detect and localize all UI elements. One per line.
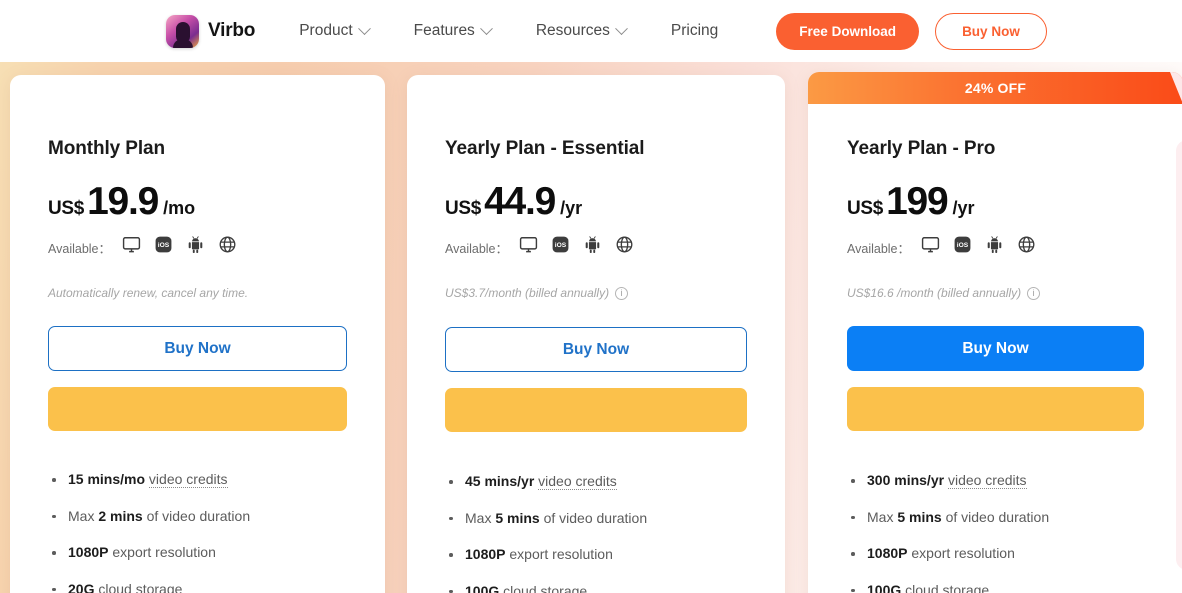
info-icon[interactable]: i [615,286,629,300]
video-credits-tooltip-link[interactable]: video credits [538,473,617,490]
buy-now-button[interactable]: Buy Now [847,326,1144,371]
nav-item-resources-label: Resources [535,22,610,39]
svg-text:iOS: iOS [555,242,567,249]
feature-list: 45 mins/yr video credits Max 5 mins of v… [445,473,747,593]
web-icon [1017,235,1036,259]
plan-price: US$ 19.9 /mo [48,182,347,221]
pricing-card-list: Monthly Plan US$ 19.9 /mo Available： iOS… [0,60,1182,593]
availability-row: Available： iOS [847,235,1144,259]
plan-price: US$ 199 /yr [847,182,1144,221]
nav-item-product-label: Product [299,22,353,39]
ios-icon: iOS [551,235,570,259]
nav-item-resources[interactable]: Resources [535,21,628,40]
feature-item: 100G cloud storage [445,583,747,593]
chevron-down-icon [357,21,371,35]
billing-note: US$16.6 /month (billed annually) i [847,286,1144,300]
desktop-icon [122,235,141,259]
pricing-card-partial [1176,140,1182,570]
plan-title: Yearly Plan - Pro [847,138,996,159]
nav-item-features-label: Features [413,22,475,39]
nav-item-features[interactable]: Features [413,21,493,40]
price-period: /mo [163,198,196,218]
nav-item-pricing-label: Pricing [670,22,719,39]
feature-item: 20G cloud storage [48,581,347,593]
pricing-page: Virbo Product Features Resources Pricing… [0,0,1182,593]
availability-label: Available： [48,241,112,256]
brand-logo[interactable]: Virbo [166,14,256,48]
feature-item: 1080P export resolution [445,546,747,562]
virbo-avatar-icon [166,14,199,48]
header-buy-now-button[interactable]: Buy Now [935,12,1047,50]
brand-name: Virbo [208,20,256,41]
video-credits-tooltip-link[interactable]: video credits [148,471,228,488]
feature-item: 1080P export resolution [847,545,1144,561]
feature-item: Max 2 mins of video duration [48,508,347,524]
nav-item-product[interactable]: Product [299,21,371,40]
feature-item: Max 5 mins of video duration [847,509,1144,525]
web-icon [615,235,634,259]
price-currency: US$ [445,198,482,219]
pricing-card-yearly-pro: 24% OFF Yearly Plan - Pro US$ 199 /yr Av… [808,72,1182,593]
promo-banner-placeholder[interactable] [847,387,1144,431]
price-amount: 19.9 [87,180,159,223]
price-currency: US$ [48,198,85,219]
feature-item: Max 5 mins of video duration [445,510,747,526]
android-icon [583,235,602,259]
feature-item: 45 mins/yr video credits [445,473,747,490]
billing-note: Automatically renew, cancel any time. [48,286,347,300]
feature-list: 15 mins/mo video credits Max 2 mins of v… [48,471,347,593]
buy-now-button[interactable]: Buy Now [48,326,347,371]
svg-text:iOS: iOS [957,242,969,249]
price-amount: 199 [886,180,949,223]
promo-banner-placeholder[interactable] [445,388,747,432]
feature-item: 300 mins/yr video credits [847,472,1144,489]
svg-text:iOS: iOS [158,242,170,249]
buy-now-button[interactable]: Buy Now [445,327,747,372]
feature-item: 15 mins/mo video credits [48,471,347,488]
android-icon [985,235,1004,259]
top-navigation-bar: Virbo Product Features Resources Pricing… [0,0,1182,62]
desktop-icon [921,235,940,259]
availability-row: Available： iOS [445,235,747,259]
billing-note-text: Automatically renew, cancel any time. [48,286,249,300]
billing-note-text: US$16.6 /month (billed annually) [847,286,1022,300]
ios-icon: iOS [154,235,173,259]
feature-list: 300 mins/yr video credits Max 5 mins of … [847,472,1144,593]
plan-title: Monthly Plan [48,138,166,159]
nav-item-pricing[interactable]: Pricing [671,22,718,40]
plan-title: Yearly Plan - Essential [445,138,645,159]
price-period: /yr [560,198,583,218]
feature-item: 100G cloud storage [847,582,1144,593]
promo-banner-placeholder[interactable] [48,387,347,431]
pricing-card-monthly: Monthly Plan US$ 19.9 /mo Available： iOS… [10,75,385,593]
chevron-down-icon [479,21,493,35]
price-period: /yr [952,198,975,218]
price-amount: 44.9 [484,180,556,223]
video-credits-tooltip-link[interactable]: video credits [947,472,1027,489]
info-icon[interactable]: i [1027,286,1041,300]
availability-label: Available： [847,241,911,256]
plan-price: US$ 44.9 /yr [445,182,747,221]
feature-item: 1080P export resolution [48,544,347,560]
billing-note: US$3.7/month (billed annually) i [445,286,747,300]
android-icon [186,235,205,259]
chevron-down-icon [615,21,628,35]
desktop-icon [519,235,538,259]
ios-icon: iOS [953,235,972,259]
pricing-card-yearly-essential: Yearly Plan - Essential US$ 44.9 /yr Ava… [407,75,785,593]
free-download-button[interactable]: Free Download [776,12,920,50]
availability-label: Available： [445,241,509,256]
discount-ribbon: 24% OFF [808,72,1182,104]
web-icon [218,235,237,259]
price-currency: US$ [847,198,884,219]
availability-row: Available： iOS [48,235,347,259]
billing-note-text: US$3.7/month (billed annually) [445,286,610,300]
